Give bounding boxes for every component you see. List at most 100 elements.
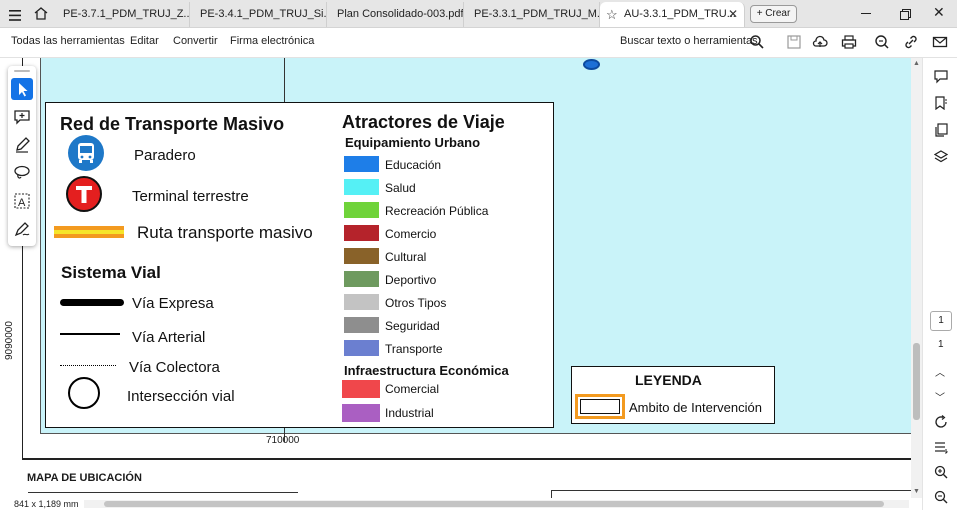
econ-item-label: Comercial: [385, 382, 440, 396]
total-pages: 1: [938, 339, 944, 350]
urban-item-label: Recreación Pública: [385, 204, 489, 218]
search-tools-label[interactable]: Buscar texto o herramientas: [620, 35, 758, 47]
urban-item-label: Salud: [385, 181, 416, 195]
tab-pe-331[interactable]: PE-3.3.1_PDM_TRUJ_M...: [464, 2, 600, 27]
close-tab-icon[interactable]: ✕: [728, 2, 738, 27]
link-icon[interactable]: [903, 34, 919, 50]
prev-page-icon[interactable]: ︿: [935, 364, 945, 379]
tab-pe-371[interactable]: PE-3.7.1_PDM_TRUJ_Z...: [53, 2, 190, 27]
menu-esign[interactable]: Firma electrónica: [230, 35, 314, 47]
select-tool-icon[interactable]: [11, 78, 33, 100]
urban-item-label: Educación: [385, 158, 442, 172]
coord-y-label: 9090000: [4, 321, 15, 360]
grid-line-vertical: [284, 58, 285, 102]
quick-tools-panel: A: [8, 66, 36, 246]
terminal-icon: [66, 176, 102, 212]
menu-convert[interactable]: Convertir: [173, 35, 218, 47]
key-title: LEYENDA: [635, 372, 702, 388]
comments-panel-icon[interactable]: [934, 70, 948, 84]
layers-panel-icon[interactable]: [933, 150, 949, 164]
econ-title: Infraestructura Económica: [344, 363, 509, 378]
urban-item-label: Otros Tipos: [385, 296, 447, 310]
swatch-salud: [344, 179, 379, 195]
stop-label: Paradero: [134, 147, 196, 164]
key-item-label: Ambito de Intervención: [629, 400, 762, 415]
vertical-scrollbar[interactable]: ▲ ▼: [911, 58, 922, 498]
svg-text:A: A: [18, 197, 26, 209]
next-page-icon[interactable]: ﹀: [935, 389, 945, 404]
key-legend-box: LEYENDA Ambito de Intervención: [571, 366, 775, 424]
comment-tool-icon[interactable]: [11, 106, 33, 128]
close-window-icon[interactable]: ✕: [933, 4, 945, 21]
collector-label: Vía Colectora: [129, 359, 220, 376]
cloud-upload-icon[interactable]: [812, 34, 828, 50]
page-number-input[interactable]: 1: [930, 311, 952, 331]
rotate-icon[interactable]: [934, 415, 948, 429]
legend-box: Red de Transporte Masivo Paradero Termin…: [45, 102, 554, 428]
scroll-mode-icon[interactable]: [934, 440, 948, 455]
tab-plan-consolidado[interactable]: Plan Consolidado-003.pdf: [327, 2, 464, 27]
menu-all-tools[interactable]: Todas las herramientas: [11, 35, 125, 47]
swatch-deportivo: [344, 271, 379, 287]
horizontal-scrollbar[interactable]: [84, 500, 909, 508]
zoom-in-icon[interactable]: [934, 465, 948, 479]
document-viewport[interactable]: 9090000 710000 Red de Transporte Masivo …: [0, 58, 922, 498]
pencil-tool-icon[interactable]: [11, 134, 33, 156]
tab-pe-341[interactable]: PE-3.4.1_PDM_TRUJ_Si...: [190, 2, 327, 27]
intersection-label: Intersección vial: [127, 388, 235, 405]
save-icon[interactable]: [786, 34, 802, 50]
urban-item-label: Seguridad: [385, 319, 440, 333]
location-map-title: MAPA DE UBICACIÓN: [27, 472, 142, 484]
swatch-industrial: [342, 404, 380, 422]
restore-icon[interactable]: [900, 7, 911, 20]
search-icon[interactable]: [749, 34, 765, 50]
panel-grip[interactable]: [14, 70, 30, 72]
swatch-cultural: [344, 248, 379, 264]
bookmarks-panel-icon[interactable]: [934, 96, 948, 111]
new-tab-button[interactable]: + Crear: [750, 5, 797, 23]
swatch-seguridad: [344, 317, 379, 333]
intersection-symbol: [68, 377, 100, 409]
tab-label: PE-3.4.1_PDM_TRUJ_Si...: [200, 8, 327, 20]
tab-bar: PE-3.7.1_PDM_TRUJ_Z... PE-3.4.1_PDM_TRUJ…: [0, 0, 957, 28]
map-feature-marker: [583, 59, 600, 70]
swatch-transporte: [344, 340, 379, 356]
lasso-tool-icon[interactable]: [11, 162, 33, 184]
star-icon[interactable]: ☆: [606, 2, 618, 27]
text-select-tool-icon[interactable]: A: [11, 190, 33, 212]
tab-label: AU-3.3.1_PDM_TRU...: [624, 8, 736, 20]
current-page: 1: [938, 315, 944, 326]
scroll-up-arrow[interactable]: ▲: [913, 60, 920, 67]
search-doc-icon[interactable]: [874, 34, 890, 50]
scroll-down-arrow[interactable]: ▼: [913, 488, 920, 495]
zoom-out-icon[interactable]: [934, 490, 948, 504]
minimize-icon[interactable]: [861, 13, 871, 14]
right-sidebar: 1 1 ︿ ﹀: [922, 58, 957, 510]
road-title: Sistema Vial: [61, 263, 161, 282]
print-icon[interactable]: [841, 34, 857, 50]
top-toolbar: Todas las herramientas Editar Convertir …: [0, 28, 957, 58]
home-icon[interactable]: [34, 7, 48, 20]
express-line-symbol: [60, 299, 124, 306]
pages-panel-icon[interactable]: [934, 123, 948, 137]
express-label: Vía Expresa: [132, 295, 214, 312]
hamburger-menu-icon[interactable]: [9, 8, 21, 21]
swatch-educacion: [344, 156, 379, 172]
email-icon[interactable]: [932, 34, 948, 50]
status-bar: 841 x 1,189 mm: [0, 498, 922, 510]
bus-stop-icon: [68, 135, 104, 171]
swatch-comercial: [342, 380, 380, 398]
sign-tool-icon[interactable]: [11, 218, 33, 240]
tab-label: Plan Consolidado-003.pdf: [337, 8, 464, 20]
new-tab-label: + Crear: [756, 8, 791, 19]
h-scroll-thumb[interactable]: [104, 501, 884, 507]
location-map-frame-right: [551, 490, 911, 498]
page-size-label: 841 x 1,189 mm: [14, 499, 79, 509]
econ-item-label: Industrial: [385, 406, 434, 420]
tab-au-331[interactable]: ☆ AU-3.3.1_PDM_TRU... ✕: [600, 2, 745, 27]
scroll-thumb[interactable]: [913, 343, 920, 420]
menu-edit[interactable]: Editar: [130, 35, 159, 47]
arterial-label: Vía Arterial: [132, 329, 206, 346]
coord-x-label: 710000: [266, 435, 300, 446]
route-line-symbol: [54, 226, 124, 238]
